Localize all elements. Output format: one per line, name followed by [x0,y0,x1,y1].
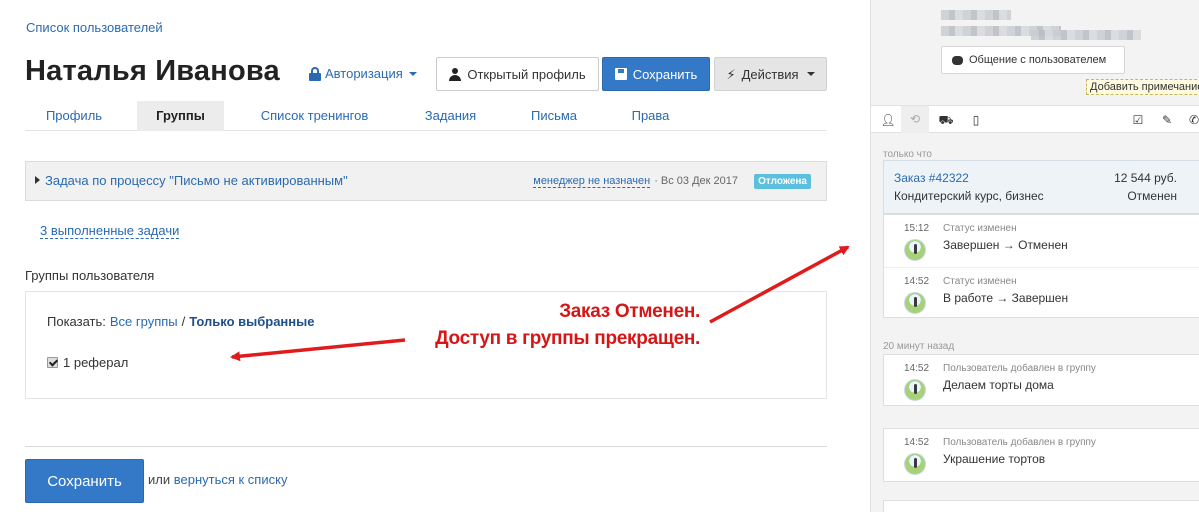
save-button[interactable]: Сохранить [25,459,144,503]
chat-icon [952,55,963,65]
order-card-header: Заказ #42322 Кондитерский курс, бизнес 1… [883,160,1199,214]
event-title: Пользователь добавлен в группу [943,363,1096,374]
tab-profile[interactable]: Профиль [25,101,123,131]
task-manager[interactable]: менеджер не назначен [533,175,651,188]
return-row: или вернуться к списку [148,472,287,487]
task-title[interactable]: Задача по процессу "Письмо не активирова… [45,173,348,188]
sidebar-toolbar: 👤︎ ⟲ ⛟ ▯ ☑ ✎ ✆ [871,105,1199,133]
cart-icon[interactable]: ⛟ [937,111,955,129]
open-profile-label: Открытый профиль [467,66,586,82]
timeline-section-label: только что [883,149,932,160]
save-button-top[interactable]: Сохранить [602,57,710,91]
group-event-card: 14:52 Пользователь добавлен в группу Укр… [883,428,1199,482]
tab-letters[interactable]: Письма [519,101,589,131]
event-title: Статус изменен [943,223,1017,234]
timeline-event: 14:52 Пользователь добавлен в группу Дел… [884,355,1199,407]
main-panel: Список пользователей Наталья Иванова Авт… [0,0,870,512]
event-time: 14:52 [904,437,930,448]
order-price: 12 544 руб. [1114,171,1177,185]
event-title: Пользователь добавлен в группу [943,437,1096,448]
tab-groups[interactable]: Группы [137,101,224,131]
timeline-event: 14:52 Статус изменен В работе → Завершен [884,267,1199,319]
groups-section-title: Группы пользователя [25,268,155,283]
timeline-section-label: 20 минут назад [883,341,955,352]
lightning-icon: ⚡ [726,66,736,82]
breadcrumb-users-list[interactable]: Список пользователей [26,20,163,35]
mobile-icon[interactable]: ▯ [967,111,985,129]
event-text: В работе → Завершен [943,291,1069,305]
divider [25,446,827,447]
save-label: Сохранить [632,66,698,82]
actions-dropdown-button[interactable]: ⚡ Действия [714,57,827,91]
caret-right-icon [35,176,40,184]
avatar [904,239,926,261]
annotation-line-1: Заказ Отменен. [559,301,700,322]
group-event-card-partial [883,500,1199,512]
order-description: Кондитерский курс, бизнес [894,189,1044,203]
show-label: Показать: [47,314,106,329]
return-to-list-link[interactable]: вернуться к списку [174,472,288,487]
checkbox[interactable] [47,357,58,368]
status-badge: Отложена [754,174,811,189]
event-title: Статус изменен [943,276,1017,287]
communication-button[interactable]: Общение с пользователем [941,46,1125,74]
communication-label: Общение с пользователем [969,54,1107,66]
group-event-card: 14:52 Пользователь добавлен в группу Дел… [883,354,1199,406]
right-sidebar: Общение с пользователем Добавить примеча… [870,0,1199,512]
blurred-user-info [941,10,1011,20]
avatar [904,453,926,475]
lock-icon [309,66,321,81]
order-status: Отменен [1127,189,1177,203]
event-text: Делаем торты дома [943,378,1054,392]
filter-selected-only[interactable]: Только выбранные [189,314,314,329]
event-text: Завершен → Отменен [943,238,1068,252]
avatar [904,379,926,401]
order-events-card: 15:12 Статус изменен Завершен → Отменен … [883,214,1199,318]
timeline-event: 14:52 Пользователь добавлен в группу Укр… [884,429,1199,481]
user-icon [449,67,462,81]
event-time: 14:52 [904,276,930,287]
task-meta: менеджер не назначен · Вс 03 Дек 2017 [533,175,738,188]
tab-trainings-list[interactable]: Список тренингов [247,101,382,131]
task-row[interactable]: Задача по процессу "Письмо не активирова… [25,161,827,201]
event-text: Украшение тортов [943,452,1046,466]
event-time: 15:12 [904,223,930,234]
or-text: или [148,472,171,487]
floppy-disk-icon [614,68,627,80]
page-title: Наталья Иванова [25,55,280,87]
open-profile-button[interactable]: Открытый профиль [436,57,599,91]
avatar [904,292,926,314]
annotation-line-2: Доступ в группы прекращен. [435,328,700,349]
tab-rights[interactable]: Права [618,101,683,131]
timeline-event: 15:12 Статус изменен Завершен → Отменен [884,215,1199,267]
filter-all-groups[interactable]: Все группы [110,314,178,329]
history-icon[interactable]: ⟲ [901,106,929,133]
auth-dropdown-label: Авторизация [325,66,403,81]
event-time: 14:52 [904,363,930,374]
user-icon[interactable]: 👤︎ [879,111,897,129]
pencil-icon[interactable]: ✎ [1158,111,1176,129]
task-date: · Вс 03 Дек 2017 [654,175,738,187]
actions-label: Действия [741,66,799,82]
add-note-tooltip[interactable]: Добавить примечание [1086,79,1199,95]
order-link[interactable]: Заказ #42322 [894,171,969,185]
phone-icon[interactable]: ✆ [1185,111,1199,129]
tab-bar: Профиль Группы Список тренингов Задания … [25,101,827,131]
checkbox-icon[interactable]: ☑ [1129,111,1147,129]
auth-dropdown[interactable]: Авторизация [309,66,417,81]
caret-down-icon [806,72,815,76]
filter-separator: / [181,314,186,329]
blurred-user-info [1031,30,1141,40]
tab-tasks[interactable]: Задания [413,101,488,131]
groups-filter: Показать: Все группы / Только выбранные [47,314,314,329]
done-tasks-link[interactable]: 3 выполненные задачи [40,223,180,239]
group-item-label: 1 реферал [63,355,129,370]
group-checkbox-item[interactable]: 1 реферал [47,355,128,370]
caret-down-icon [408,71,417,76]
